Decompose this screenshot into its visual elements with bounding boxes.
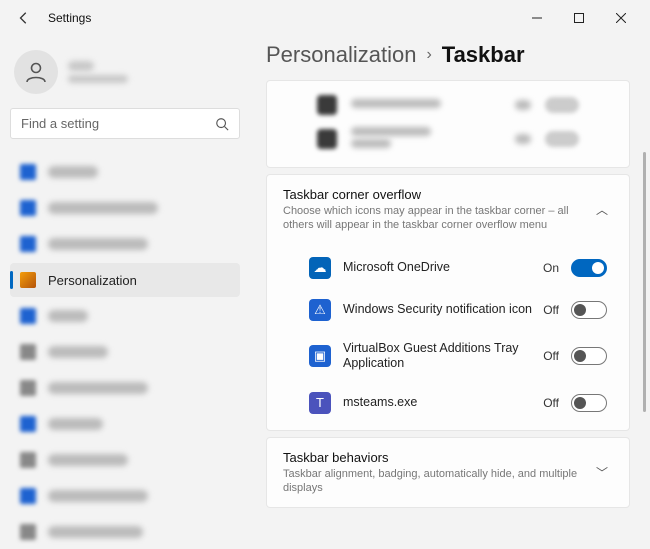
overflow-item: ▣ VirtualBox Guest Additions Tray Applica…	[267, 331, 629, 382]
nav-item-blur-2[interactable]	[10, 191, 240, 225]
avatar	[14, 50, 58, 94]
chevron-right-icon: ›	[426, 46, 431, 64]
toggle-state-label: Off	[543, 303, 559, 317]
app-icon: T	[309, 392, 331, 414]
toggle-switch[interactable]	[571, 259, 607, 277]
sidebar: Find a setting Personalization	[0, 36, 250, 514]
behaviors-header[interactable]: Taskbar behaviors Taskbar alignment, bad…	[267, 438, 629, 508]
app-icon: ⚠	[309, 299, 331, 321]
nav-list: Personalization	[10, 155, 240, 549]
toggle-switch[interactable]	[571, 301, 607, 319]
profile-email-blur	[68, 75, 128, 83]
app-icon: ▣	[309, 345, 331, 367]
nav-item-personalization[interactable]: Personalization	[10, 263, 240, 297]
app-label: VirtualBox Guest Additions Tray Applicat…	[343, 341, 543, 372]
scrollbar[interactable]	[643, 152, 646, 472]
overflow-item: Tmsteams.exeOff	[267, 382, 629, 424]
app-label: msteams.exe	[343, 395, 543, 411]
overflow-card: Taskbar corner overflow Choose which ico…	[266, 174, 630, 431]
nav-item-blur-1[interactable]	[10, 155, 240, 189]
minimize-button[interactable]	[516, 2, 558, 34]
close-button[interactable]	[600, 2, 642, 34]
breadcrumb-parent[interactable]: Personalization	[266, 42, 416, 68]
overflow-header[interactable]: Taskbar corner overflow Choose which ico…	[267, 175, 629, 245]
overflow-list: ☁ Microsoft OneDriveOn ⚠ Windows Security n…	[267, 245, 629, 430]
window-title: Settings	[48, 11, 91, 25]
breadcrumb-current: Taskbar	[442, 42, 525, 68]
back-button[interactable]	[8, 2, 40, 34]
overflow-subtitle: Choose which icons may appear in the tas…	[283, 204, 591, 233]
search-input[interactable]: Find a setting	[10, 108, 240, 139]
maximize-button[interactable]	[558, 2, 600, 34]
behaviors-card: Taskbar behaviors Taskbar alignment, bad…	[266, 437, 630, 509]
overflow-item: ⚠ Windows Security notification iconOff	[267, 289, 629, 331]
toggle-state-label: Off	[543, 349, 559, 363]
toggle-switch[interactable]	[571, 347, 607, 365]
nav-label-personalization: Personalization	[48, 273, 137, 288]
overflow-title: Taskbar corner overflow	[283, 187, 591, 202]
chevron-down-icon: ﹀	[591, 464, 613, 481]
paintbrush-icon	[20, 272, 36, 288]
nav-item-blur-7[interactable]	[10, 407, 240, 441]
profile-name-blur	[68, 61, 94, 71]
content-area: Personalization › Taskbar Taskba	[250, 36, 650, 514]
behaviors-title: Taskbar behaviors	[283, 450, 591, 465]
app-icon: ☁	[309, 257, 331, 279]
nav-item-blur-4[interactable]	[10, 299, 240, 333]
toggle-switch[interactable]	[571, 394, 607, 412]
title-bar: Settings	[0, 0, 650, 36]
app-label: Windows Security notification icon	[343, 302, 543, 318]
nav-item-blur-5[interactable]	[10, 335, 240, 369]
nav-item-blur-8[interactable]	[10, 443, 240, 477]
toggle-state-label: On	[543, 261, 559, 275]
toggle-state-label: Off	[543, 396, 559, 410]
nav-item-blur-3[interactable]	[10, 227, 240, 261]
behaviors-subtitle: Taskbar alignment, badging, automaticall…	[283, 467, 591, 496]
search-icon	[215, 117, 229, 131]
app-label: Microsoft OneDrive	[343, 260, 543, 276]
window-controls	[516, 2, 642, 34]
nav-item-blur-9[interactable]	[10, 479, 240, 513]
nav-item-blur-6[interactable]	[10, 371, 240, 405]
prev-section-blurred	[266, 80, 630, 168]
breadcrumb: Personalization › Taskbar	[266, 42, 630, 68]
search-placeholder: Find a setting	[21, 116, 215, 131]
overflow-item: ☁ Microsoft OneDriveOn	[267, 247, 629, 289]
chevron-up-icon: ︿	[591, 201, 613, 218]
nav-item-blur-10[interactable]	[10, 515, 240, 549]
profile-block[interactable]	[14, 50, 236, 94]
